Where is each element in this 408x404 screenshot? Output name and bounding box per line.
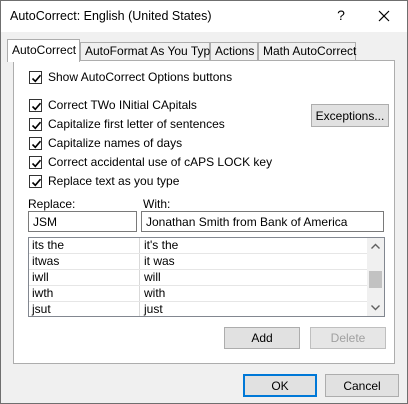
scrollbar-thumb[interactable] xyxy=(369,271,382,288)
title-bar: AutoCorrect: English (United States) ? xyxy=(1,1,407,32)
ok-button[interactable]: OK xyxy=(243,374,317,397)
checkbox-box[interactable] xyxy=(29,118,42,131)
checkbox-label: Correct TWo INitial CApitals xyxy=(48,98,197,112)
vertical-scrollbar[interactable] xyxy=(367,238,384,316)
tab-strip: AutoCorrect AutoFormat As You Type Actio… xyxy=(1,38,407,62)
checkmark-icon xyxy=(31,121,42,130)
checkbox-label: Show AutoCorrect Options buttons xyxy=(48,70,233,84)
checkbox-box[interactable] xyxy=(29,71,42,84)
checkmark-icon xyxy=(31,74,42,83)
checkmark-icon xyxy=(31,140,42,149)
checkbox-box[interactable] xyxy=(29,175,42,188)
delete-button[interactable]: Delete xyxy=(310,327,386,349)
list-item[interactable]: jsut just xyxy=(29,302,367,316)
help-icon[interactable]: ? xyxy=(331,5,351,25)
add-button[interactable]: Add xyxy=(224,327,300,349)
checkbox-label: Capitalize names of days xyxy=(48,136,183,150)
tab-math-autocorrect[interactable]: Math AutoCorrect xyxy=(258,42,356,61)
checkbox-box[interactable] xyxy=(29,137,42,150)
entry-with-text: it was xyxy=(144,254,175,268)
list-item[interactable]: its the it's the xyxy=(29,238,367,254)
checkmark-icon xyxy=(31,102,42,111)
checkbox-box[interactable] xyxy=(29,99,42,112)
checkbox-label: Replace text as you type xyxy=(48,174,180,188)
replace-label: Replace: xyxy=(28,197,76,211)
entry-replace-text: itwas xyxy=(32,254,60,268)
entry-replace-text: its the xyxy=(32,238,65,252)
checkmark-icon xyxy=(31,178,42,187)
scroll-up-icon[interactable] xyxy=(367,238,384,255)
close-icon[interactable] xyxy=(373,5,395,27)
replace-input[interactable] xyxy=(28,211,137,232)
list-item[interactable]: iwll will xyxy=(29,270,367,286)
checkbox-label: Correct accidental use of cAPS LOCK key xyxy=(48,155,273,169)
entry-with-text: will xyxy=(144,270,161,284)
tab-autocorrect[interactable]: AutoCorrect xyxy=(7,39,80,62)
checkmark-icon xyxy=(31,159,42,168)
list-item[interactable]: iwth with xyxy=(29,286,367,302)
entry-replace-text: iwth xyxy=(32,286,54,300)
entry-replace-text: iwll xyxy=(32,270,49,284)
entry-with-text: just xyxy=(144,302,163,316)
exceptions-button[interactable]: Exceptions... xyxy=(311,104,389,127)
autocorrect-dialog: AutoCorrect: English (United States) ? A… xyxy=(0,0,408,404)
autocorrect-panel: Show AutoCorrect Options buttons Correct… xyxy=(13,60,395,364)
tab-actions[interactable]: Actions xyxy=(210,42,258,61)
list-item[interactable]: itwas it was xyxy=(29,254,367,270)
entry-with-text: it's the xyxy=(144,238,179,252)
scroll-down-icon[interactable] xyxy=(367,299,384,316)
entry-replace-text: jsut xyxy=(32,302,51,316)
entry-with-text: with xyxy=(144,286,166,300)
with-label: With: xyxy=(143,197,171,211)
checkbox-label: Capitalize first letter of sentences xyxy=(48,117,225,131)
checkbox-box[interactable] xyxy=(29,156,42,169)
autocorrect-entries-list[interactable]: its the it's the itwas it was iwll will … xyxy=(28,237,385,317)
tab-autoformat-as-you-type[interactable]: AutoFormat As You Type xyxy=(80,42,217,61)
with-input[interactable] xyxy=(141,211,384,232)
cancel-button[interactable]: Cancel xyxy=(325,374,399,397)
window-title: AutoCorrect: English (United States) xyxy=(10,9,212,23)
